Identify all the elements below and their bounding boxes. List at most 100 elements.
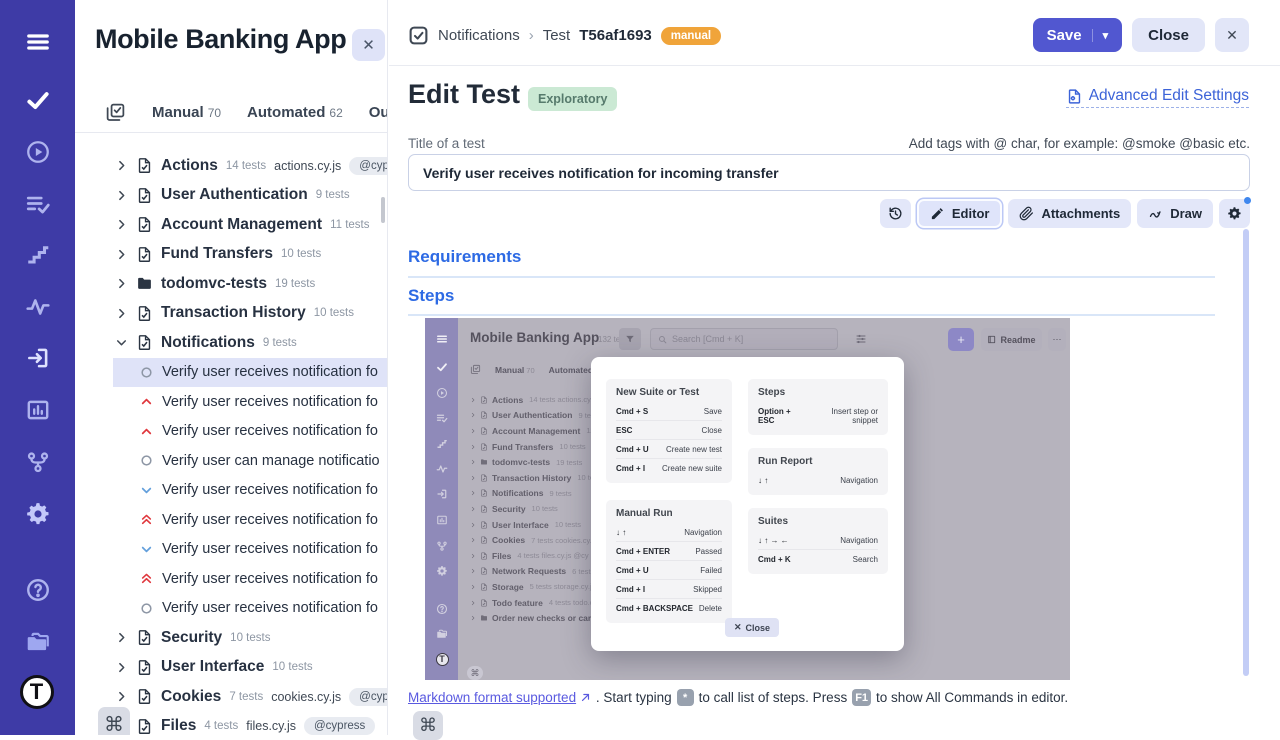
tree-row[interactable]: Verify user receives notification fo	[113, 358, 387, 388]
chevron-right-icon	[470, 537, 476, 543]
tree-row[interactable]: Verify user receives notification fo	[113, 476, 387, 506]
sign-in-icon[interactable]	[25, 345, 51, 371]
tree-item-tag[interactable]: @cypress	[349, 688, 387, 706]
tree-row[interactable]: Verify user receives notification fo	[113, 417, 387, 447]
tree-row[interactable]: Security 10 tests	[75, 623, 387, 653]
pencil-icon	[930, 206, 945, 221]
shortcut-row: ↓ ↑ → ← Navigation	[758, 531, 878, 549]
activity-icon[interactable]	[25, 294, 51, 320]
shortcut-panel: Run Report ↓ ↑ Navigation	[748, 448, 888, 495]
tree-scrollbar-thumb[interactable]	[381, 197, 385, 223]
tree-row[interactable]: Verify user receives notification fo	[113, 564, 387, 594]
chevron-right-icon[interactable]	[115, 307, 128, 320]
tree-tab[interactable]: Ou	[369, 104, 388, 122]
tree-row[interactable]: Verify user receives notification fo	[113, 535, 387, 565]
tree-row[interactable]: Actions 14 tests actions.cy.js @cypress	[75, 151, 387, 181]
tree-tab[interactable]: Automated62	[247, 104, 343, 122]
editor-tab-button[interactable]: Editor	[917, 199, 1003, 228]
command-shortcut-badge[interactable]: ⌘	[98, 707, 130, 735]
branch-icon[interactable]	[25, 449, 51, 475]
tree-row[interactable]: Verify user can manage notificatio	[113, 446, 387, 476]
shortcut-row: Cmd + I Skipped	[616, 579, 722, 598]
chevron-right-icon[interactable]	[115, 248, 128, 261]
sliders-icon	[855, 333, 867, 345]
help-icon[interactable]	[25, 577, 51, 603]
dismiss-button[interactable]: ✕	[1215, 18, 1249, 52]
steps-heading[interactable]: Steps	[408, 286, 454, 306]
tree-row[interactable]: Verify user receives notification fo	[113, 505, 387, 535]
shortcut-row: Option + ESC Insert step or snippet	[758, 402, 878, 429]
file-check-icon	[136, 187, 153, 204]
draw-tab-button[interactable]: Draw	[1137, 199, 1213, 228]
branch-icon	[436, 540, 448, 552]
menu-icon[interactable]	[23, 29, 53, 55]
tree-item-count: 14 tests	[226, 160, 266, 172]
tree-row[interactable]: Verify user receives notification fo	[113, 387, 387, 417]
tree-item-tag[interactable]: @cypress	[349, 157, 387, 175]
tree-row[interactable]: Notifications 9 tests	[75, 328, 387, 358]
chevron-right-icon	[470, 490, 476, 496]
advanced-edit-settings-link[interactable]: Advanced Edit Settings	[1066, 87, 1249, 108]
help-icon	[436, 603, 448, 615]
editor-settings-button[interactable]	[1219, 199, 1250, 228]
shortcut-row: Cmd + ENTER Passed	[616, 541, 722, 560]
tree-item-name: Files	[161, 717, 196, 735]
tree-tab[interactable]: Manual70	[152, 104, 221, 122]
steps-icon[interactable]	[25, 242, 51, 268]
tree-row[interactable]: Account Management 11 tests	[75, 210, 387, 240]
check-icon	[436, 361, 448, 373]
check-icon[interactable]	[25, 87, 51, 113]
main-scrollbar-thumb[interactable]	[1243, 229, 1249, 676]
screenshot-tree-row: User Interface 10 tests	[470, 517, 602, 533]
shortcut-row: Cmd + K Search	[758, 549, 878, 568]
panel-close-button[interactable]: ✕	[352, 29, 385, 61]
tree-row[interactable]: User Interface 10 tests	[75, 653, 387, 683]
chevron-down-icon[interactable]	[115, 336, 128, 349]
folders-icon[interactable]	[25, 629, 51, 655]
play-circle-icon[interactable]	[25, 139, 51, 165]
chevron-right-icon	[470, 475, 476, 481]
attachments-tab-button[interactable]: Attachments	[1008, 199, 1131, 228]
save-dropdown-caret-icon[interactable]: ▾	[1092, 29, 1109, 42]
tree-row[interactable]: todomvc-tests 19 tests	[75, 269, 387, 299]
embedded-screenshot: T Mobile Banking App 132 tests Search [C…	[425, 318, 1070, 680]
tree-item-name: todomvc-tests	[161, 275, 267, 293]
history-button[interactable]	[880, 199, 911, 228]
chevron-right-icon[interactable]	[115, 631, 128, 644]
screenshot-tree-row: Storage 5 tests storage.cy.js	[470, 579, 602, 595]
tags-hint: Add tags with @ char, for example: @smok…	[909, 136, 1250, 151]
tree-row[interactable]: Fund Transfers 10 tests	[75, 240, 387, 270]
chevron-right-icon[interactable]	[115, 277, 128, 290]
list-check-icon[interactable]	[25, 191, 51, 217]
screenshot-tree-row: Account Management 11 te	[470, 423, 602, 439]
logo-testomat[interactable]: T	[20, 675, 56, 711]
tree-item-name: Verify user receives notification fo	[162, 423, 378, 439]
requirements-heading[interactable]: Requirements	[408, 247, 521, 267]
command-shortcut-badge[interactable]: ⌘	[413, 711, 443, 740]
steps-icon	[436, 438, 448, 450]
header-actions: Save ▾ Close ✕	[1033, 18, 1249, 52]
tree-row[interactable]: Transaction History 10 tests	[75, 299, 387, 329]
save-button[interactable]: Save ▾	[1033, 18, 1123, 52]
tests-stack-icon[interactable]	[105, 102, 126, 123]
hint-text-2: to call list of steps. Press	[699, 690, 848, 705]
chevron-right-icon[interactable]	[115, 218, 128, 231]
file-check-icon	[480, 443, 488, 451]
chevron-right-icon[interactable]	[115, 690, 128, 703]
screenshot-tree-row: Notifications 9 tests	[470, 486, 602, 502]
chevron-right-icon[interactable]	[115, 159, 128, 172]
markdown-supported-link[interactable]: Markdown format supported	[408, 690, 592, 705]
file-check-icon	[136, 246, 153, 263]
tree-item-tag[interactable]: @cypress	[304, 717, 375, 735]
bar-chart-icon[interactable]	[25, 397, 51, 423]
breadcrumb-section[interactable]: Notifications	[438, 27, 520, 44]
chevron-right-icon[interactable]	[115, 189, 128, 202]
tree-row[interactable]: User Authentication 9 tests	[75, 181, 387, 211]
close-button[interactable]: Close	[1132, 18, 1205, 52]
file-check-icon	[480, 427, 488, 435]
gear-icon[interactable]	[25, 501, 51, 527]
test-title-input[interactable]	[408, 154, 1250, 191]
chevron-right-icon	[470, 522, 476, 528]
chevron-right-icon[interactable]	[115, 661, 128, 674]
tree-row[interactable]: Verify user receives notification fo	[113, 594, 387, 624]
